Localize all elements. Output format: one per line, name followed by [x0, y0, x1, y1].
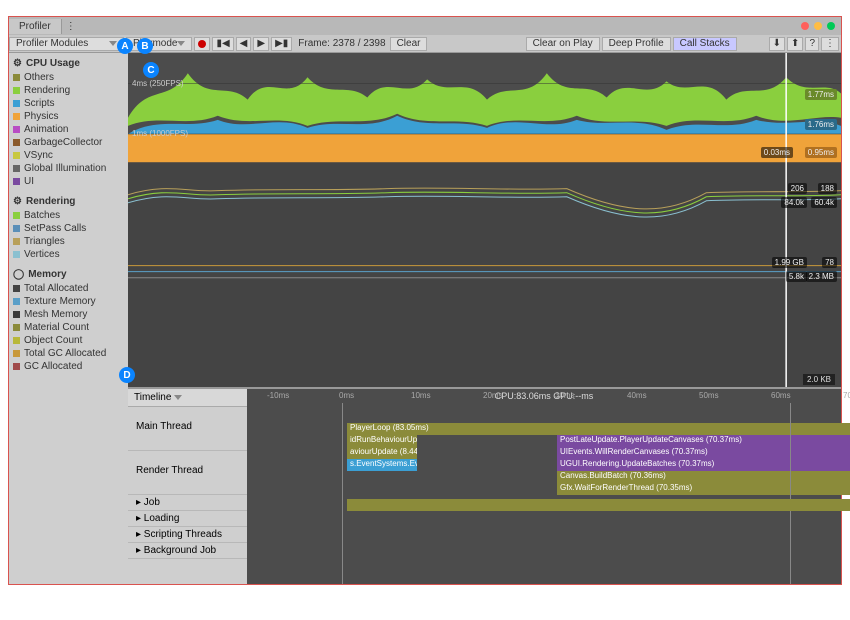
timeline-sidebar: Timeline Main ThreadRender Thread▸ Job▸ …: [128, 388, 247, 584]
render-verts-value: 60.4k: [811, 197, 837, 208]
traffic-max-icon[interactable]: [827, 22, 835, 30]
category-garbagecollector[interactable]: GarbageCollector: [13, 136, 124, 149]
menu-icon[interactable]: ⋮: [821, 37, 839, 51]
category-vertices[interactable]: Vertices: [13, 248, 124, 261]
timeline-track[interactable]: UGUI.Rendering.UpdateBatches (70.37ms): [557, 459, 850, 471]
frame-next-button[interactable]: ▶: [253, 37, 269, 51]
window-titlebar: Profiler ⋮: [9, 17, 841, 35]
timeline-row-main-thread[interactable]: Main Thread: [128, 407, 247, 451]
timeline-track[interactable]: s.EventSystems.Ev: [347, 459, 417, 471]
call-stacks-button[interactable]: Call Stacks: [673, 37, 737, 51]
render-batches-value: 206: [788, 183, 807, 194]
tick: 0ms: [339, 391, 354, 400]
mem-total-value: 1.99 GB: [772, 257, 807, 268]
tick: 50ms: [699, 391, 719, 400]
timeline-track[interactable]: PostLateUpdate.PlayerUpdateCanvases (70.…: [557, 435, 850, 447]
cpu-script-value: 1.76ms: [805, 119, 837, 130]
category-gc-allocated[interactable]: GC Allocated: [13, 360, 124, 373]
gridline-4ms: 4ms (250FPS): [132, 79, 184, 88]
mem-obj-value: 78: [822, 257, 837, 268]
tick: 20ms: [483, 391, 503, 400]
timeline-dropdown[interactable]: Timeline: [134, 392, 182, 403]
traffic-min-icon[interactable]: [814, 22, 822, 30]
playmode-dropdown[interactable]: Playmode: [126, 37, 192, 51]
tick: 70ms: [843, 391, 850, 400]
cpu-render-value: 1.77ms: [805, 89, 837, 100]
tick: 10ms: [411, 391, 431, 400]
category-scripts[interactable]: Scripts: [13, 97, 124, 110]
timeline-row-job[interactable]: ▸ Job: [128, 495, 247, 511]
category-physics[interactable]: Physics: [13, 110, 124, 123]
frame-first-button[interactable]: ▮◀: [212, 37, 233, 51]
annotation-badge-b: B: [137, 38, 153, 54]
timeline-track[interactable]: PlayerLoop (83.05ms): [347, 423, 850, 435]
profiler-toolbar: Profiler Modules Playmode ▮◀ ◀ ▶ ▶▮ Fram…: [9, 35, 841, 53]
category-rendering[interactable]: Rendering: [13, 84, 124, 97]
cpu-physics-value1: 0.03ms: [761, 147, 793, 158]
memory-module-header[interactable]: ◯ Memory: [13, 267, 124, 282]
render-thread-strip: [347, 499, 850, 511]
timeline-track[interactable]: Canvas.BuildBatch (70.36ms): [557, 471, 850, 483]
category-animation[interactable]: Animation: [13, 123, 124, 136]
category-material-count[interactable]: Material Count: [13, 321, 124, 334]
annotation-badge-c: C: [143, 62, 159, 78]
cpu-physics-value2: 0.95ms: [805, 147, 837, 158]
chart-area[interactable]: 4ms (250FPS) 1ms (1000FPS) 1.77ms 1.76ms…: [128, 53, 841, 388]
profiler-modules-dropdown[interactable]: Profiler Modules: [9, 37, 124, 51]
timeline-main[interactable]: CPU:83.06ms GPU:--ms -10ms 0ms 10ms 20ms 30m…: [247, 388, 841, 584]
help-icon[interactable]: ?: [805, 37, 819, 51]
tick: 40ms: [627, 391, 647, 400]
frame-prev-button[interactable]: ◀: [236, 37, 252, 51]
clear-on-play-button[interactable]: Clear on Play: [526, 37, 600, 51]
traffic-close-icon[interactable]: [801, 22, 809, 30]
profiler-tab[interactable]: Profiler: [9, 19, 62, 34]
module-sidebar: ⚙ CPU Usage OthersRenderingScriptsPhysic…: [9, 53, 128, 584]
category-mesh-memory[interactable]: Mesh Memory: [13, 308, 124, 321]
deep-profile-button[interactable]: Deep Profile: [602, 37, 671, 51]
gridline-1ms: 1ms (1000FPS): [132, 129, 188, 138]
cpu-module-header[interactable]: ⚙ CPU Usage: [13, 56, 124, 71]
category-object-count[interactable]: Object Count: [13, 334, 124, 347]
tab-menu-icon[interactable]: ⋮: [66, 21, 76, 32]
category-texture-memory[interactable]: Texture Memory: [13, 295, 124, 308]
rendering-module-header[interactable]: ⚙ Rendering: [13, 194, 124, 209]
mem-tex-value: 5.8k: [786, 271, 807, 282]
category-others[interactable]: Others: [13, 71, 124, 84]
zoom-label: 2.0 KB: [803, 374, 835, 385]
category-batches[interactable]: Batches: [13, 209, 124, 222]
record-button[interactable]: [194, 37, 210, 51]
category-global-illumination[interactable]: Global Illumination: [13, 162, 124, 175]
cpu-gpu-label: CPU:83.06ms GPU:--ms: [495, 391, 594, 401]
category-total-allocated[interactable]: Total Allocated: [13, 282, 124, 295]
timeline-track[interactable]: aviourUpdate (8.44: [347, 447, 417, 459]
render-tris-value: 84.0k: [781, 197, 807, 208]
timeline-track[interactable]: UIEvents.WillRenderCanvases (70.37ms): [557, 447, 850, 459]
tick: -10ms: [267, 391, 289, 400]
mem-gc-value: 2.3 MB: [806, 271, 837, 282]
category-triangles[interactable]: Triangles: [13, 235, 124, 248]
clear-button[interactable]: Clear: [390, 37, 428, 51]
render-setpass-value: 188: [818, 183, 837, 194]
category-setpass-calls[interactable]: SetPass Calls: [13, 222, 124, 235]
category-vsync[interactable]: VSync: [13, 149, 124, 162]
timeline-row-loading[interactable]: ▸ Loading: [128, 511, 247, 527]
load-icon[interactable]: ⬆: [787, 37, 803, 51]
frame-label: Frame: 2378 / 2398: [294, 38, 389, 49]
timeline-track[interactable]: idRunBehaviourUpd:: [347, 435, 417, 447]
timeline-row-background-job[interactable]: ▸ Background Job: [128, 543, 247, 559]
timeline-row-render-thread[interactable]: Render Thread: [128, 451, 247, 495]
tick: 30ms: [555, 391, 575, 400]
annotation-badge-d: D: [119, 367, 135, 383]
annotation-badge-a: A: [117, 38, 133, 54]
frame-last-button[interactable]: ▶▮: [271, 37, 292, 51]
timeline-track[interactable]: Gfx.WaitForRenderThread (70.35ms): [557, 483, 850, 495]
category-ui[interactable]: UI: [13, 175, 124, 188]
save-icon[interactable]: ⬇: [769, 37, 785, 51]
timeline-row-scripting-threads[interactable]: ▸ Scripting Threads: [128, 527, 247, 543]
tick: 60ms: [771, 391, 791, 400]
category-total-gc-allocated[interactable]: Total GC Allocated: [13, 347, 124, 360]
